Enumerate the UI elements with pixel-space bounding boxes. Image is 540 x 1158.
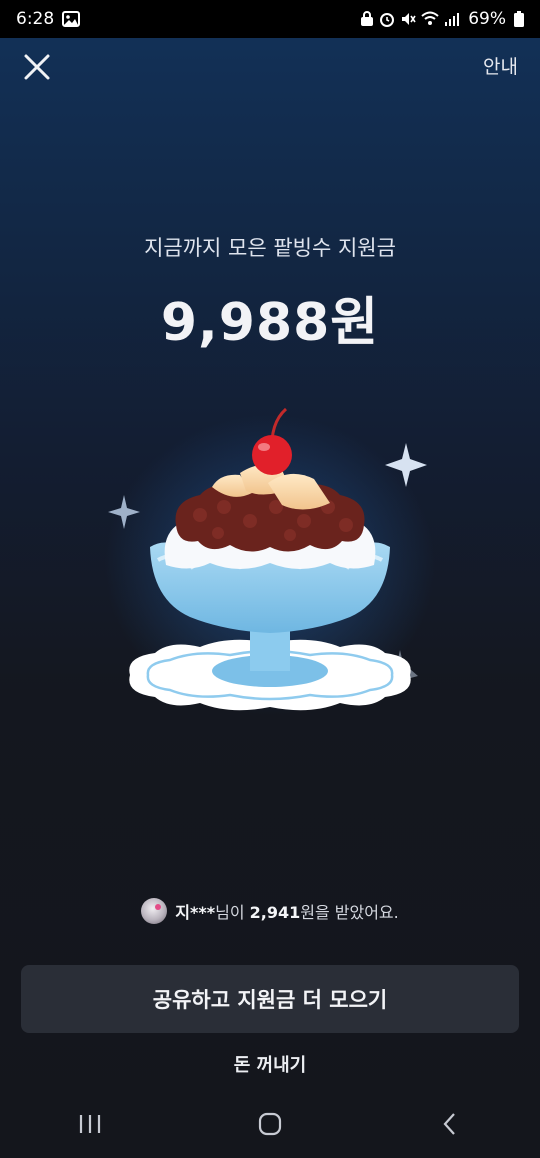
info-link[interactable]: 안내 [483,52,518,79]
home-icon [258,1112,282,1136]
back-icon [443,1113,455,1135]
lock-notify-icon [361,11,374,26]
receiver-amount: 2,941 [249,903,301,922]
page-subtitle: 지금까지 모은 팥빙수 지원금 [144,236,396,260]
recent-apps-icon [79,1115,101,1133]
status-time: 6:28 [16,9,55,29]
battery-percent: 69% [468,9,506,29]
bingsu-illustration [105,407,435,715]
status-bar: 6:28 69% [0,0,540,38]
withdraw-button[interactable]: 돈 꺼내기 [0,1051,540,1077]
mute-icon [402,13,416,25]
image-icon [62,11,81,27]
status-icons [360,11,460,27]
receiver-name: 지*** [175,903,216,922]
close-icon [24,54,50,80]
home-button[interactable] [240,1104,300,1144]
back-button[interactable] [420,1104,480,1144]
battery-icon [514,11,524,27]
alarm-icon [380,13,395,27]
share-button[interactable]: 공유하고 지원금 더 모으기 [21,965,519,1033]
receiver-text: 지***님이 2,941원을 받았어요. [175,899,398,923]
receiver-notice: 지***님이 2,941원을 받았어요. [0,898,540,924]
top-bar: 안내 [0,38,540,92]
signal-icon [445,13,460,26]
total-amount: 9,988원 [160,293,380,353]
avatar [141,898,168,924]
receiver-suffix1: 님이 [215,903,250,922]
navigation-bar [0,1090,540,1158]
receiver-suffix2: 원을 받았어요. [300,903,399,922]
status-right: 69% [360,9,524,29]
recent-apps-button[interactable] [60,1104,120,1144]
status-left: 6:28 [16,9,81,29]
close-button[interactable] [20,50,54,84]
wifi-icon [421,11,439,25]
